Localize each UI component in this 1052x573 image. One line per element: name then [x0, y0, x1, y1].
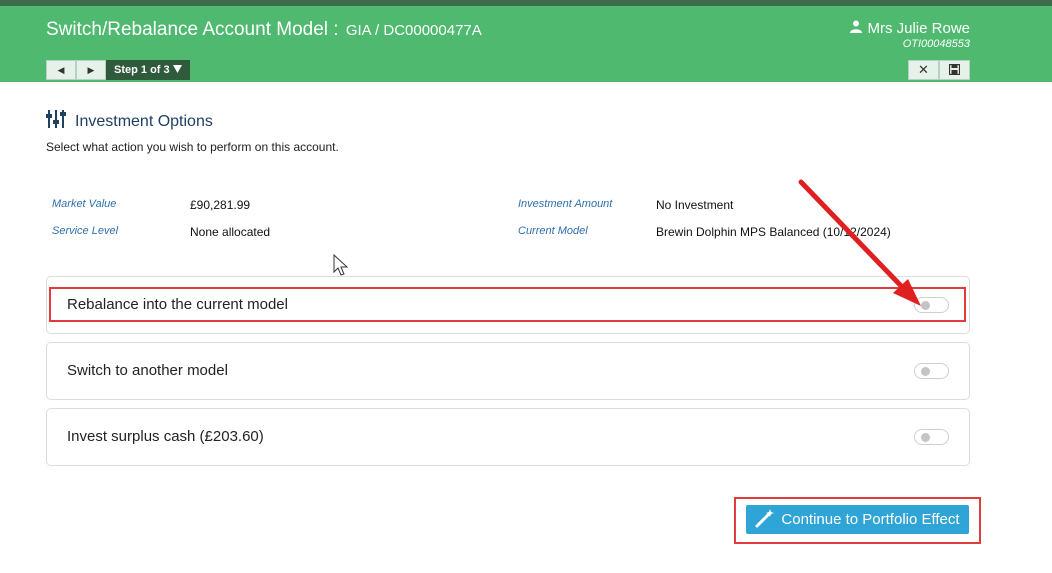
- mouse-cursor-icon: [333, 254, 349, 276]
- option-panel-switch[interactable]: Switch to another model: [46, 342, 970, 400]
- toggle-knob: [921, 367, 930, 376]
- user-icon: [850, 20, 863, 37]
- caret-down-icon: [172, 64, 182, 76]
- service-level-label: Service Level: [52, 225, 119, 237]
- investment-amount: No Investment: [656, 198, 734, 212]
- option-panel-rebalance[interactable]: Rebalance into the current model: [46, 276, 970, 334]
- next-step-button[interactable]: ▶: [76, 60, 106, 80]
- sliders-icon: [46, 110, 66, 133]
- account-reference: GIA / DC00000477A: [345, 22, 482, 39]
- market-value: £90,281.99: [190, 198, 251, 212]
- page-title-text: Switch/Rebalance Account Model :: [46, 19, 344, 40]
- close-icon: ✕: [918, 62, 929, 77]
- step-navigation: ◀ ▶ Step 1 of 3: [46, 60, 190, 80]
- current-model: Brewin Dolphin MPS Balanced (10/12/2024): [656, 225, 891, 239]
- toggle-knob: [921, 433, 930, 442]
- current-model-label: Current Model: [518, 225, 588, 237]
- investment-amount-label: Investment Amount: [518, 198, 613, 210]
- triangle-right-icon: ▶: [87, 64, 95, 75]
- section-title: Investment Options: [75, 112, 213, 130]
- save-button[interactable]: [939, 60, 970, 80]
- continue-button-label: Continue to Portfolio Effect: [781, 511, 960, 528]
- magic-wand-icon: [755, 508, 775, 532]
- rebalance-toggle[interactable]: [914, 297, 949, 313]
- page-title: Switch/Rebalance Account Model : GIA / D…: [46, 19, 482, 41]
- header-actions: ✕: [908, 60, 970, 80]
- option-panel-invest-surplus[interactable]: Invest surplus cash (£203.60): [46, 408, 970, 466]
- step-dropdown[interactable]: Step 1 of 3: [106, 60, 190, 80]
- option-label: Switch to another model: [67, 362, 228, 379]
- user-name: Mrs Julie Rowe: [867, 20, 970, 37]
- header-top-stripe: [0, 0, 1052, 6]
- service-level: None allocated: [190, 225, 271, 239]
- save-icon: [948, 63, 961, 78]
- header-bar: Switch/Rebalance Account Model : GIA / D…: [0, 0, 1052, 82]
- triangle-left-icon: ◀: [57, 64, 65, 75]
- switch-toggle[interactable]: [914, 363, 949, 379]
- previous-step-button[interactable]: ◀: [46, 60, 76, 80]
- user-id: OTI00048553: [902, 38, 970, 50]
- step-label: Step 1 of 3: [114, 64, 170, 76]
- close-button[interactable]: ✕: [908, 60, 939, 80]
- user-info: Mrs Julie Rowe OTI00048553: [850, 20, 970, 50]
- market-value-label: Market Value: [52, 198, 117, 210]
- option-label: Invest surplus cash (£203.60): [67, 428, 264, 445]
- user-name-row: Mrs Julie Rowe: [850, 20, 970, 37]
- section-heading: Investment Options: [46, 110, 213, 133]
- invest-surplus-toggle[interactable]: [914, 429, 949, 445]
- instruction-text: Select what action you wish to perform o…: [46, 140, 339, 154]
- continue-button[interactable]: Continue to Portfolio Effect: [746, 505, 969, 534]
- option-label: Rebalance into the current model: [67, 296, 288, 313]
- toggle-knob: [921, 301, 930, 310]
